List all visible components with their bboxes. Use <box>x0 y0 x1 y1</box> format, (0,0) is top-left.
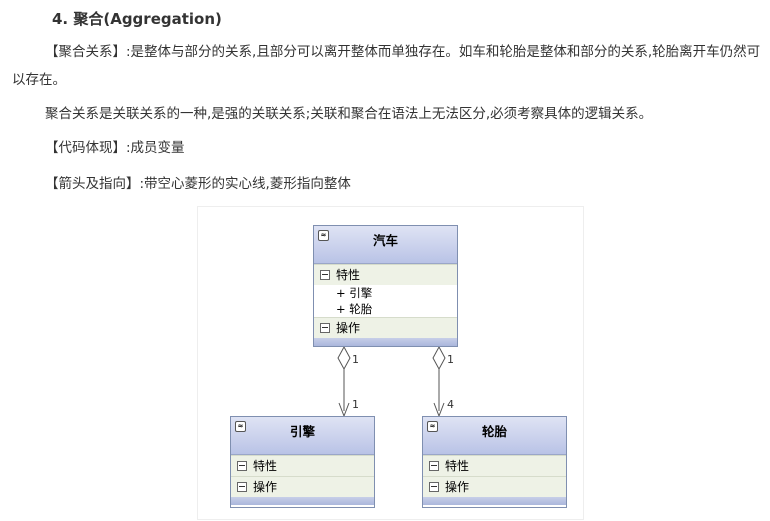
class-car: ≈ 汽车 特性 + 引擎 + 轮胎 操作 <box>313 225 458 347</box>
class-footer <box>314 338 457 346</box>
attributes-compartment[interactable]: 特性 <box>231 455 374 476</box>
operations-compartment[interactable]: 操作 <box>423 476 566 497</box>
attributes-label: 特性 <box>445 459 470 473</box>
class-tire-header: ≈ 轮胎 <box>423 417 566 455</box>
class-tire-name: 轮胎 <box>481 424 507 439</box>
operations-label: 操作 <box>253 480 278 494</box>
class-footer <box>423 497 566 505</box>
minus-box-icon[interactable] <box>429 482 439 492</box>
minus-box-icon[interactable] <box>237 461 247 471</box>
multiplicity-car-tire-part: 4 <box>447 398 454 411</box>
class-engine: ≈ 引擎 特性 操作 <box>230 416 375 508</box>
attribute-tire: + 轮胎 <box>336 302 373 316</box>
hollow-diamond-tire <box>432 345 446 371</box>
paragraph-relation-note: 聚合关系是关联关系的一种,是强的关联关系;关联和聚合在语法上无法区分,必须考察具… <box>45 106 653 122</box>
hollow-diamond-engine <box>337 345 351 371</box>
attributes-compartment[interactable]: 特性 <box>314 264 457 285</box>
section-heading: 4. 聚合(Aggregation) <box>52 10 222 28</box>
attributes-compartment[interactable]: 特性 <box>423 455 566 476</box>
class-car-name: 汽车 <box>372 233 398 248</box>
attributes-label: 特性 <box>253 459 278 473</box>
minus-box-icon[interactable] <box>237 482 247 492</box>
paragraph-arrow: 【箭头及指向】:带空心菱形的实心线,菱形指向整体 <box>45 176 351 192</box>
class-tire: ≈ 轮胎 特性 操作 <box>422 416 567 508</box>
paragraph-code: 【代码体现】:成员变量 <box>45 140 185 156</box>
minus-box-icon[interactable] <box>429 461 439 471</box>
multiplicity-car-engine-whole: 1 <box>352 353 359 366</box>
class-engine-name: 引擎 <box>289 424 315 439</box>
minus-box-icon[interactable] <box>320 270 330 280</box>
multiplicity-car-engine-part: 1 <box>352 398 359 411</box>
attributes-label: 特性 <box>336 268 361 282</box>
collapse-icon[interactable]: ≈ <box>427 421 438 432</box>
collapse-icon[interactable]: ≈ <box>318 230 329 241</box>
operations-compartment[interactable]: 操作 <box>231 476 374 497</box>
minus-box-icon[interactable] <box>320 323 330 333</box>
class-car-header: ≈ 汽车 <box>314 226 457 264</box>
multiplicity-car-tire-whole: 1 <box>447 353 454 366</box>
operations-label: 操作 <box>445 480 470 494</box>
collapse-icon[interactable]: ≈ <box>235 421 246 432</box>
operations-compartment[interactable]: 操作 <box>314 317 457 338</box>
class-footer <box>231 497 374 505</box>
attribute-engine: + 引擎 <box>336 286 373 300</box>
paragraph-definition: 【聚合关系】:是整体与部分的关系,且部分可以离开整体而单独存在。如车和轮胎是整体… <box>12 44 761 88</box>
operations-label: 操作 <box>336 321 361 335</box>
uml-aggregation-diagram: 1 1 1 4 ≈ 汽车 特性 + 引擎 + 轮胎 操作 ≈ 引擎 特性 操作 … <box>197 206 584 520</box>
class-engine-header: ≈ 引擎 <box>231 417 374 455</box>
